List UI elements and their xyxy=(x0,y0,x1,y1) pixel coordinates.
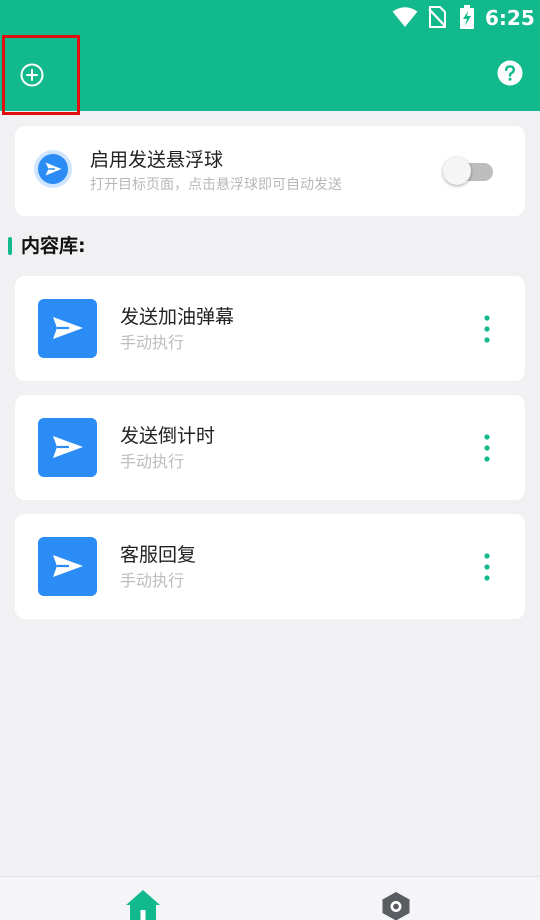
bottom-nav xyxy=(0,876,540,920)
status-time: 6:25 xyxy=(485,6,535,30)
library-item[interactable]: 发送加油弹幕 手动执行 xyxy=(15,276,525,381)
no-sim-icon xyxy=(428,6,446,28)
add-button[interactable] xyxy=(2,35,80,115)
toggle-thumb xyxy=(443,157,471,185)
more-vertical-icon[interactable] xyxy=(479,433,495,463)
item-subtitle: 手动执行 xyxy=(120,333,185,352)
help-icon[interactable] xyxy=(497,60,523,86)
more-vertical-icon[interactable] xyxy=(479,552,495,582)
section-accent-bar xyxy=(8,237,12,255)
home-icon[interactable] xyxy=(125,889,161,920)
item-title: 发送加油弹幕 xyxy=(120,306,235,328)
app-header: 6:25 xyxy=(0,0,540,115)
float-ball-subtitle: 打开目标页面，点击悬浮球即可自动发送 xyxy=(90,177,342,193)
send-icon xyxy=(38,418,97,477)
add-circle-icon xyxy=(20,63,44,87)
item-title: 客服回复 xyxy=(120,544,197,566)
send-icon xyxy=(34,150,72,188)
send-icon xyxy=(38,299,97,358)
section-title: 内容库: xyxy=(21,235,86,257)
item-subtitle: 手动执行 xyxy=(120,452,185,471)
float-ball-title: 启用发送悬浮球 xyxy=(90,149,224,171)
item-subtitle: 手动执行 xyxy=(120,571,185,590)
settings-icon[interactable] xyxy=(380,891,412,920)
send-icon xyxy=(38,537,97,596)
float-ball-toggle[interactable] xyxy=(443,156,495,186)
item-title: 发送倒计时 xyxy=(120,425,216,447)
more-vertical-icon[interactable] xyxy=(479,314,495,344)
float-ball-card: 启用发送悬浮球 打开目标页面，点击悬浮球即可自动发送 xyxy=(15,126,525,216)
wifi-icon xyxy=(392,7,418,27)
battery-charging-icon xyxy=(460,5,474,29)
library-item[interactable]: 客服回复 手动执行 xyxy=(15,514,525,619)
library-item[interactable]: 发送倒计时 手动执行 xyxy=(15,395,525,500)
